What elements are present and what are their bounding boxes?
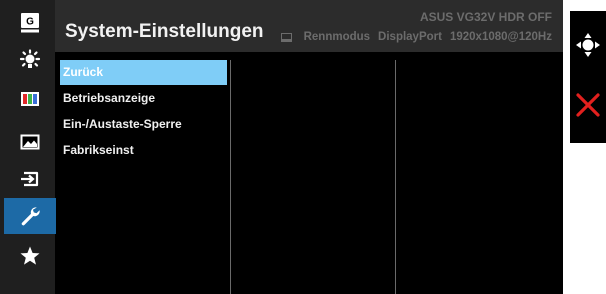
splendid-icon [19, 49, 41, 68]
submenu-list: Zurück Betriebsanzeige Ein-/Austaste-Spe… [60, 60, 230, 164]
column-divider-2 [395, 60, 396, 294]
close-button[interactable] [570, 91, 606, 119]
status-mode: Rennmodus [303, 31, 371, 43]
sidebar-item-image[interactable] [4, 124, 56, 160]
color-icon [21, 92, 39, 106]
status-line: Rennmodus DisplayPort 1920x1080@120Hz [280, 31, 552, 43]
image-icon [20, 134, 40, 150]
close-x-icon [576, 93, 600, 117]
status-input: DisplayPort [378, 31, 442, 43]
osd-control-keys [570, 11, 606, 143]
menu-item-power-indicator[interactable]: Betriebsanzeige [60, 86, 230, 111]
menu-item-back[interactable]: Zurück [60, 60, 227, 85]
osd-header: System-Einstellungen ASUS VG32V HDR OFF … [55, 0, 563, 52]
sidebar-item-system-setup[interactable] [4, 198, 56, 234]
myfavorite-star-icon [20, 246, 40, 265]
five-way-navigation-icon [576, 33, 600, 57]
navigate-button[interactable] [570, 30, 606, 60]
sidebar-item-myfavorite[interactable] [4, 238, 56, 274]
model-hdr-status: ASUS VG32V HDR OFF [419, 10, 552, 24]
osd-menu: G System-Einstellungen ASUS VG32V HDR OF… [0, 0, 563, 294]
column-divider-1 [230, 60, 231, 294]
sidebar-item-splendid[interactable] [4, 43, 56, 79]
monitor-status-icon [280, 32, 292, 42]
menu-item-power-key-lock[interactable]: Ein-/Austaste-Sperre [60, 112, 230, 137]
menu-item-factory-reset[interactable]: Fabrikseinst [60, 138, 230, 163]
page-title: System-Einstellungen [65, 21, 264, 42]
input-select-icon [21, 171, 39, 187]
main-menu-sidebar: G [0, 0, 56, 294]
system-setup-wrench-icon [21, 207, 40, 226]
game-icon: G [21, 13, 39, 33]
sidebar-item-color[interactable] [4, 81, 56, 117]
sidebar-item-game[interactable]: G [4, 5, 56, 41]
game-icon-letter: G [26, 17, 34, 28]
sidebar-item-input-select[interactable] [4, 161, 56, 197]
status-resolution: 1920x1080@120Hz [449, 31, 552, 43]
